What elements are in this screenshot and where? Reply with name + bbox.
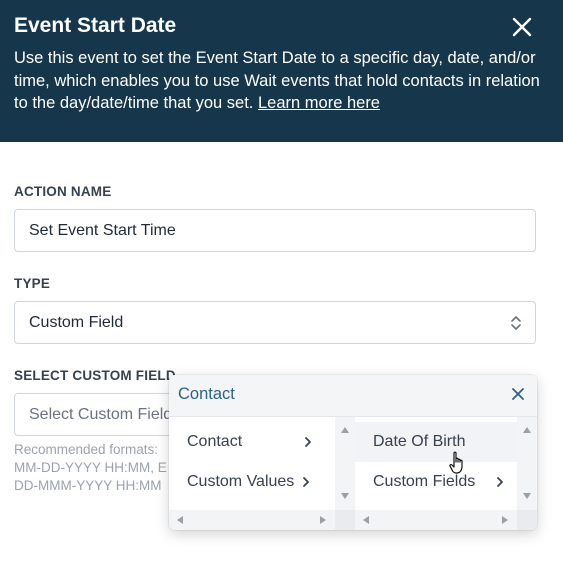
chevron-right-icon	[497, 477, 503, 487]
action-name-label: ACTION NAME	[14, 184, 112, 199]
option-label: Custom Values	[187, 473, 295, 490]
panel-header: Event Start Date Use this event to set t…	[0, 0, 563, 142]
action-name-input[interactable]: Set Event Start Time	[14, 209, 536, 252]
help-line: MM-DD-YYYY HH:MM, E	[14, 460, 167, 475]
cascader-close-button[interactable]	[508, 384, 528, 404]
type-select[interactable]: Custom Field	[14, 301, 536, 344]
close-button[interactable]	[506, 12, 538, 42]
cascader-header: Contact	[169, 375, 537, 417]
panel-title: Event Start Date	[14, 14, 177, 37]
type-value: Custom Field	[29, 313, 124, 331]
scroll-down-arrow-icon[interactable]	[341, 493, 349, 499]
option-label: Contact	[187, 433, 243, 450]
scroll-up-arrow-icon[interactable]	[523, 427, 531, 433]
option-label: Custom Fields	[373, 473, 476, 490]
chevron-right-icon	[305, 437, 311, 447]
cascader-option-contact[interactable]: Contact	[169, 422, 335, 462]
custom-field-cascader: Contact Contact Custom Values Date Of Bi…	[169, 375, 537, 530]
scroll-up-arrow-icon[interactable]	[341, 427, 349, 433]
column-1-horizontal-scrollbar[interactable]	[169, 510, 335, 530]
cascader-option-custom-fields[interactable]: Custom Fields	[355, 462, 517, 502]
type-label: TYPE	[14, 276, 51, 291]
scroll-left-arrow-icon[interactable]	[363, 516, 369, 524]
option-label: Date Of Birth	[373, 433, 466, 450]
scroll-down-arrow-icon[interactable]	[523, 493, 531, 499]
close-icon	[512, 17, 532, 37]
scrollbar-corner	[335, 510, 355, 530]
cascader-option-date-of-birth[interactable]: Date Of Birth	[355, 422, 517, 462]
close-icon	[512, 388, 524, 400]
event-start-date-panel: Event Start Date Use this event to set t…	[0, 0, 563, 564]
chevron-right-icon	[303, 477, 309, 487]
custom-field-label: SELECT CUSTOM FIELD	[14, 368, 176, 383]
scroll-right-arrow-icon[interactable]	[320, 516, 326, 524]
scroll-left-arrow-icon[interactable]	[177, 516, 183, 524]
recommended-formats-help: Recommended formats: MM-DD-YYYY HH:MM, E…	[14, 441, 194, 495]
cascader-option-custom-values[interactable]: Custom Values	[169, 462, 335, 502]
scrollbar-corner	[517, 510, 537, 530]
help-line: Recommended formats:	[14, 442, 159, 457]
scroll-right-arrow-icon[interactable]	[502, 516, 508, 524]
hand-pointer-icon	[449, 451, 463, 474]
cascader-title: Contact	[178, 385, 235, 403]
column-2-horizontal-scrollbar[interactable]	[355, 510, 517, 530]
learn-more-link[interactable]: Learn more here	[258, 94, 380, 112]
action-name-value: Set Event Start Time	[29, 221, 176, 239]
custom-field-placeholder: Select Custom Field	[29, 405, 173, 423]
sort-arrows-icon	[511, 316, 521, 330]
panel-description: Use this event to set the Event Start Da…	[14, 47, 544, 115]
help-line: DD-MMM-YYYY HH:MM	[14, 478, 162, 493]
